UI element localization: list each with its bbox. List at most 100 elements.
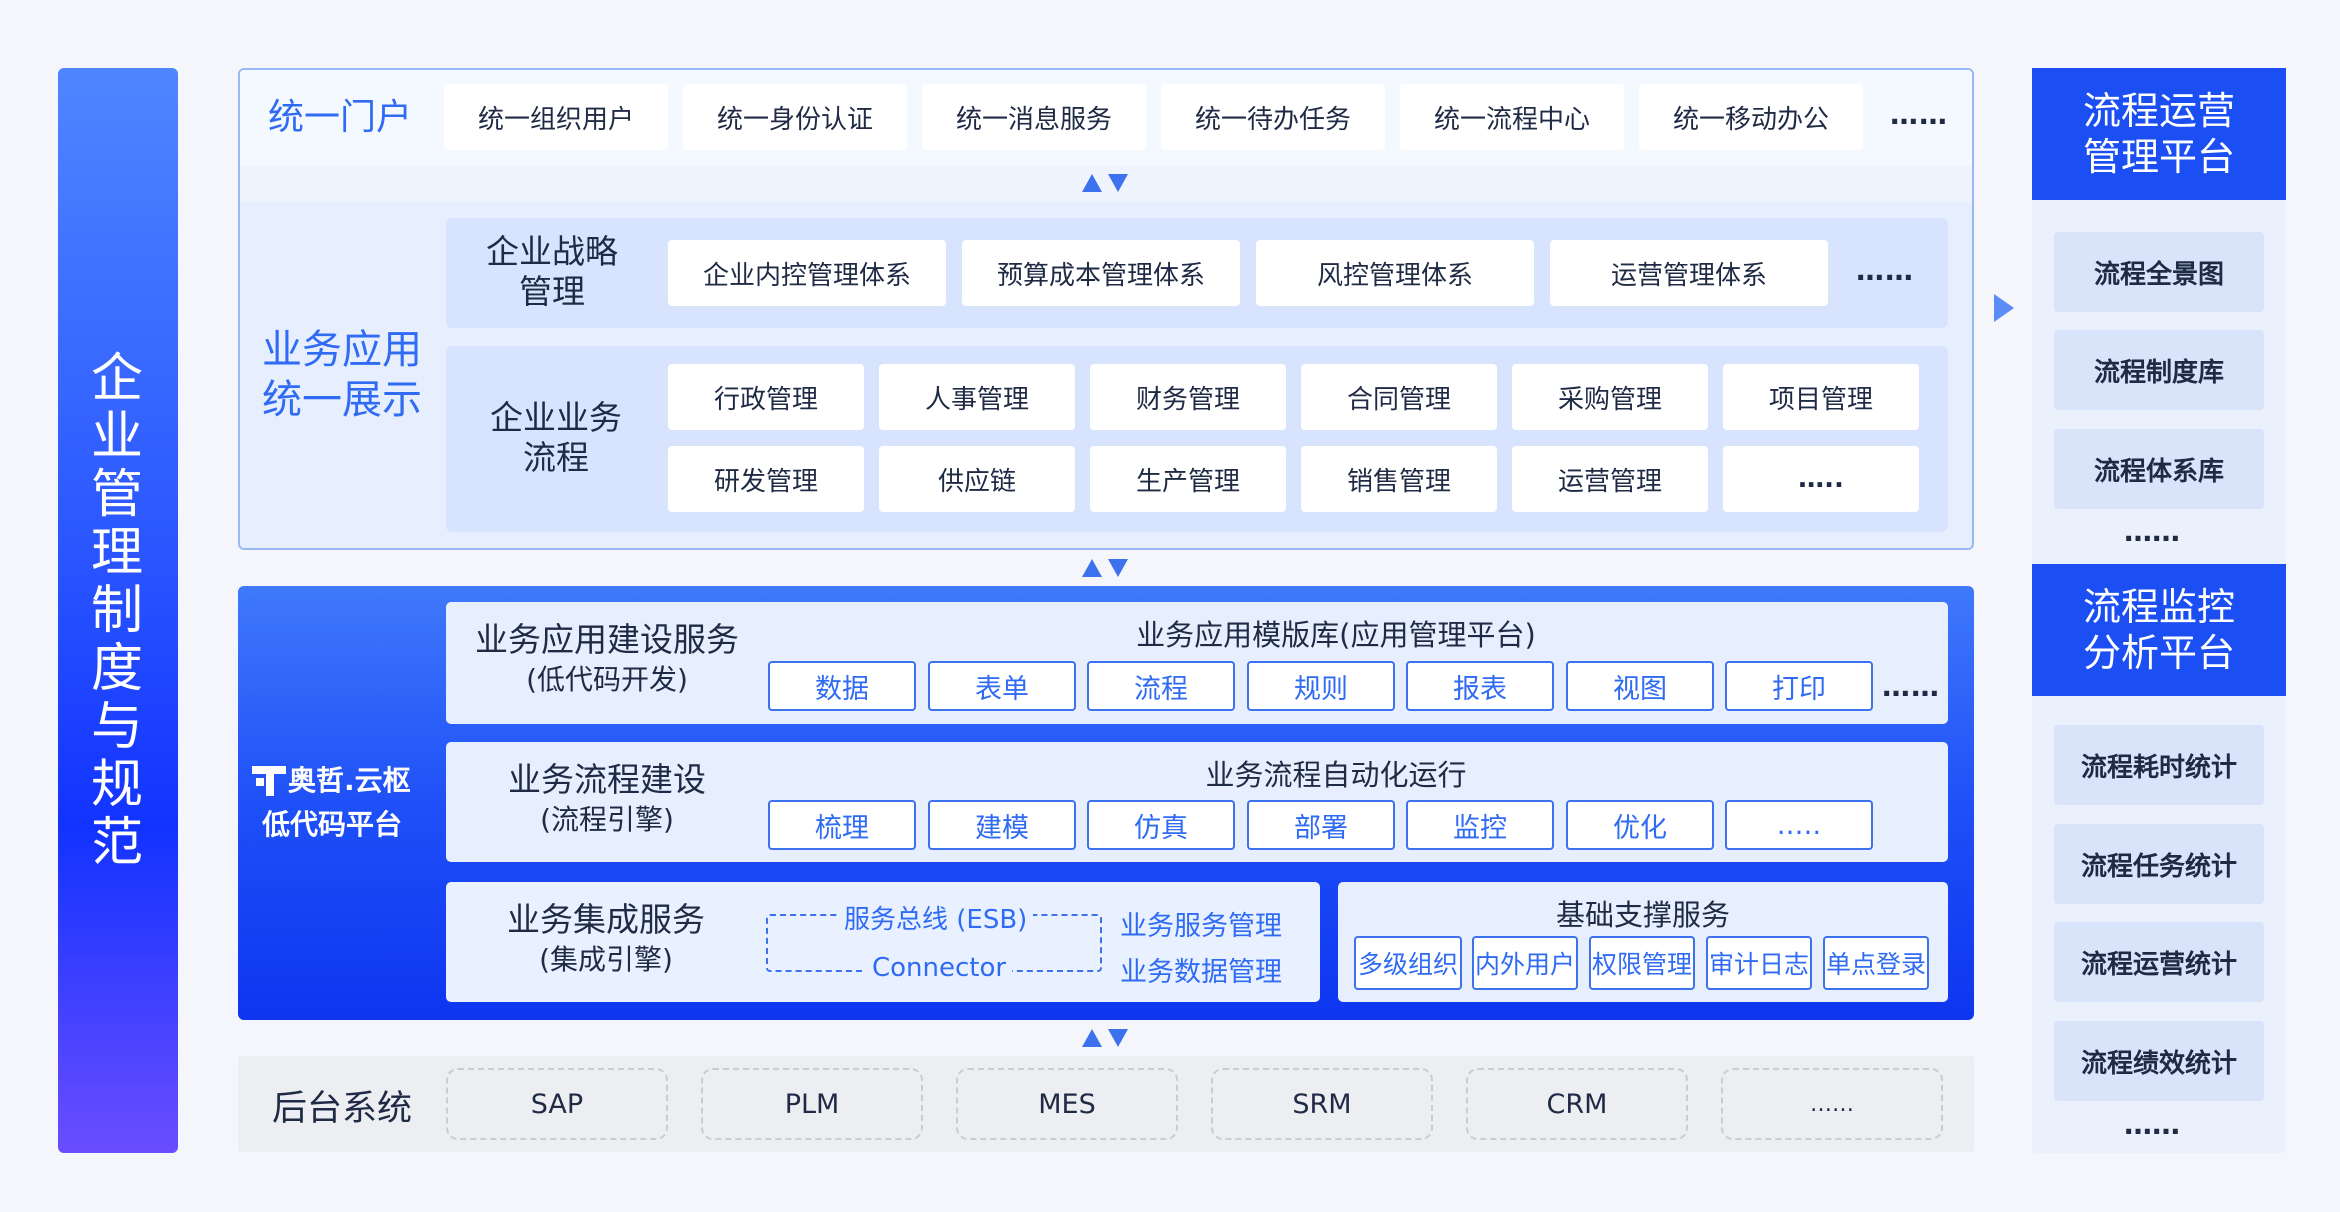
foundation-item: 内外用户 — [1472, 936, 1578, 990]
up-down-arrows-icon — [1082, 174, 1128, 192]
process-label-line1: 企业业务 — [490, 398, 622, 437]
process-item: 销售管理 — [1301, 446, 1497, 512]
ops-more: …… — [2124, 515, 2180, 548]
esb-label: 服务总线 (ESB) — [838, 899, 1034, 936]
process-item-more: ….. — [1723, 446, 1919, 512]
process-build-item: 仿真 — [1087, 800, 1235, 850]
connector-label: Connector — [866, 953, 1013, 983]
app-build-item: 数据 — [768, 661, 916, 711]
portal-more: …… — [1890, 98, 1948, 131]
portal-item: 统一组织用户 — [444, 84, 668, 150]
process-item: 行政管理 — [668, 364, 864, 430]
app-build-item: 流程 — [1087, 661, 1235, 711]
monitor-platform-head: 流程监控 分析平台 — [2032, 564, 2286, 696]
backend-system-crm: CRM — [1466, 1068, 1688, 1140]
monitor-item: 流程绩效统计 — [2054, 1021, 2264, 1101]
foundation-item: 单点登录 — [1823, 936, 1929, 990]
ops-platform-line1: 流程运营 — [2082, 89, 2235, 133]
process-build-item: 优化 — [1566, 800, 1714, 850]
process-build-item: .…. — [1725, 800, 1873, 850]
process-item: 采购管理 — [1512, 364, 1708, 430]
right-arrow-icon — [1994, 294, 2014, 322]
process-item: 项目管理 — [1723, 364, 1919, 430]
monitor-item: 流程任务统计 — [2054, 824, 2264, 904]
ops-item: 流程体系库 — [2054, 429, 2264, 509]
portal-item: 统一移动办公 — [1639, 84, 1863, 150]
process-label: 企业业务 流程 — [446, 398, 666, 478]
process-item: 运营管理 — [1512, 446, 1708, 512]
integration-title: 业务集成服务 — [507, 900, 705, 939]
foundation-item: 审计日志 — [1706, 936, 1812, 990]
platform-brand: 奥哲.云枢 — [288, 764, 411, 797]
monitor-platform-line2: 分析平台 — [2082, 631, 2235, 675]
process-item: 合同管理 — [1301, 364, 1497, 430]
strategy-label-line1: 企业战略 — [486, 232, 618, 271]
portal-item: 统一待办任务 — [1161, 84, 1385, 150]
process-item: 人事管理 — [879, 364, 1075, 430]
management-rules-title: 企业管理制度与规范 — [90, 348, 145, 873]
process-build-label: 业务流程建设 (流程引擎) — [462, 760, 752, 840]
strategy-item: 企业内控管理体系 — [668, 240, 946, 306]
ops-item: 流程全景图 — [2054, 232, 2264, 312]
process-label-line2: 流程 — [523, 438, 589, 477]
process-item: 财务管理 — [1090, 364, 1286, 430]
backend-system-srm: SRM — [1211, 1068, 1433, 1140]
backend-system-plm: PLM — [701, 1068, 923, 1140]
backend-title: 后台系统 — [272, 1089, 413, 1129]
monitor-platform-line1: 流程监控 — [2082, 585, 2235, 629]
monitor-item: 流程耗时统计 — [2054, 725, 2264, 805]
up-down-arrows-icon — [1082, 559, 1128, 577]
process-item: 生产管理 — [1090, 446, 1286, 512]
app-build-label: 业务应用建设服务 (低代码开发) — [462, 620, 752, 700]
process-build-item: 监控 — [1406, 800, 1554, 850]
strategy-label: 企业战略 管理 — [446, 232, 658, 312]
ops-platform-head: 流程运营 管理平台 — [2032, 68, 2286, 200]
app-build-head: 业务应用模版库(应用管理平台) — [1136, 618, 1536, 652]
strategy-label-line2: 管理 — [519, 272, 585, 311]
backend-system-sap: SAP — [446, 1068, 668, 1140]
strategy-more: …… — [1856, 254, 1914, 287]
app-display-title-line2: 统一展示 — [262, 377, 422, 423]
portal-item: 统一身份认证 — [683, 84, 907, 150]
process-build-item: 部署 — [1247, 800, 1395, 850]
portal-title: 统一门户 — [268, 97, 413, 138]
app-build-item: 报表 — [1406, 661, 1554, 711]
foundation-item: 多级组织 — [1354, 936, 1462, 990]
foundation-item: 权限管理 — [1589, 936, 1695, 990]
ops-platform-line2: 管理平台 — [2082, 135, 2235, 179]
backend-system-more: …… — [1721, 1068, 1943, 1140]
backend-system-mes: MES — [956, 1068, 1178, 1140]
process-item: 研发管理 — [668, 446, 864, 512]
portal-item: 统一消息服务 — [922, 84, 1146, 150]
integration-sub: (集成引擎) — [539, 943, 673, 976]
app-display-title-line1: 业务应用 — [262, 327, 422, 373]
management-rules-bar: 企业管理制度与规范 — [58, 68, 178, 1153]
process-build-item: 梳理 — [768, 800, 916, 850]
platform-name: 低代码平台 — [262, 808, 403, 841]
app-build-sub: (低代码开发) — [526, 663, 688, 696]
monitor-more: …… — [2124, 1108, 2180, 1141]
app-build-more: …… — [1882, 670, 1940, 703]
brand-logo-icon — [252, 766, 286, 796]
up-down-arrows-icon — [1082, 1029, 1128, 1047]
foundation-head: 基础支撑服务 — [1555, 898, 1730, 932]
app-build-item: 表单 — [928, 661, 1076, 711]
strategy-item: 运营管理体系 — [1550, 240, 1828, 306]
app-display-title: 业务应用 统一展示 — [262, 325, 422, 425]
data-mgmt-label: 业务数据管理 — [1120, 957, 1282, 988]
app-build-item: 视图 — [1566, 661, 1714, 711]
process-build-sub: (流程引擎) — [540, 803, 674, 836]
strategy-item: 预算成本管理体系 — [962, 240, 1240, 306]
app-build-item: 规则 — [1247, 661, 1395, 711]
portal-item: 统一流程中心 — [1400, 84, 1624, 150]
app-build-title: 业务应用建设服务 — [475, 620, 739, 659]
app-build-item: 打印 — [1725, 661, 1873, 711]
ops-item: 流程制度库 — [2054, 330, 2264, 410]
service-mgmt-label: 业务服务管理 — [1120, 911, 1282, 942]
process-build-item: 建模 — [928, 800, 1076, 850]
process-build-head: 业务流程自动化运行 — [1205, 758, 1467, 792]
strategy-item: 风控管理体系 — [1256, 240, 1534, 306]
monitor-item: 流程运营统计 — [2054, 922, 2264, 1002]
process-build-title: 业务流程建设 — [508, 760, 706, 799]
process-item: 供应链 — [879, 446, 1075, 512]
